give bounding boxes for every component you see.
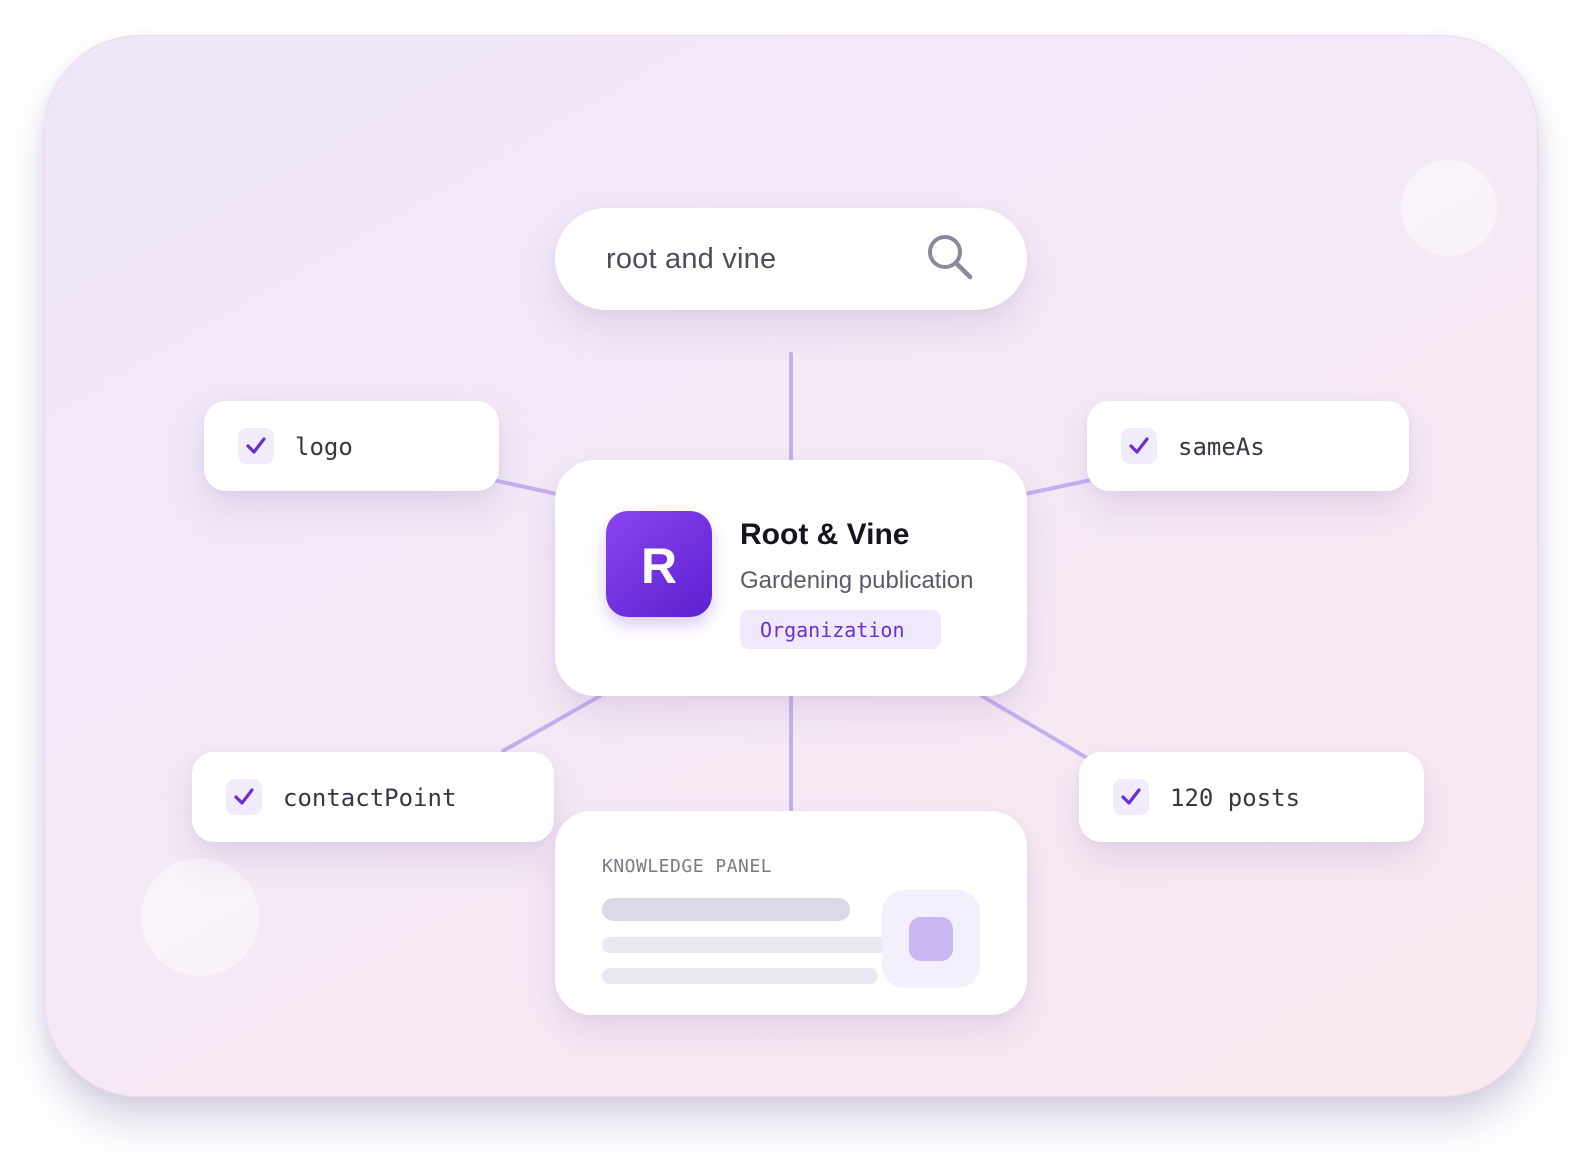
checkmark-icon	[1113, 779, 1149, 815]
property-logo: logo	[204, 401, 499, 491]
avatar-initial: R	[640, 538, 678, 594]
entity-avatar: R	[606, 511, 712, 617]
property-label: 120 posts	[1170, 784, 1301, 812]
property-posts: 120 posts	[1079, 752, 1424, 842]
checkmark-icon	[226, 779, 262, 815]
placeholder-line	[602, 937, 892, 953]
property-contactpoint: contactPoint	[192, 752, 554, 842]
entity-type-label: Organization	[760, 618, 905, 642]
property-label: logo	[295, 433, 353, 461]
connector-contact-entity	[501, 694, 602, 753]
entity-subtitle: Gardening publication	[740, 567, 974, 594]
connector-sameas-entity	[1023, 478, 1093, 496]
entity-name: Root & Vine	[740, 518, 910, 551]
diagram-canvas: root and vine logo sameAs contactPoint 1…	[44, 35, 1538, 1097]
knowledge-panel-title: KNOWLEDGE PANEL	[602, 856, 773, 877]
image-placeholder-inner	[909, 917, 953, 961]
placeholder-line	[602, 898, 850, 921]
search-icon[interactable]	[923, 230, 979, 286]
property-sameas: sameAs	[1087, 401, 1409, 491]
entity-type-badge: Organization	[740, 610, 941, 649]
search-bar[interactable]: root and vine	[555, 208, 1027, 310]
checkmark-icon	[238, 428, 274, 464]
entity-card: R Root & Vine Gardening publication Orga…	[555, 460, 1027, 696]
property-label: contactPoint	[283, 784, 457, 812]
image-placeholder-icon	[882, 890, 980, 988]
checkmark-icon	[1121, 428, 1157, 464]
knowledge-panel-card: KNOWLEDGE PANEL	[555, 811, 1027, 1015]
placeholder-line	[602, 968, 878, 984]
connector-posts-entity	[980, 694, 1089, 760]
connector-logo-entity	[491, 478, 559, 496]
search-query[interactable]: root and vine	[606, 243, 776, 276]
property-label: sameAs	[1178, 433, 1265, 461]
